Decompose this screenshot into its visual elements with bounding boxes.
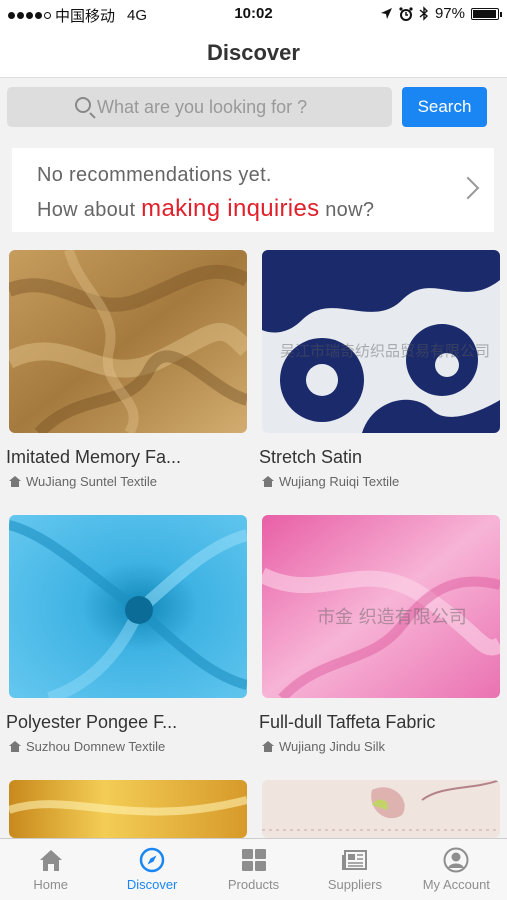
tab-label: Suppliers [327, 877, 383, 892]
compass-icon [139, 847, 165, 873]
inquiry-prompt-prefix: How about [37, 199, 142, 221]
search-input[interactable] [97, 95, 377, 119]
product-image[interactable] [262, 780, 500, 838]
product-image[interactable] [9, 780, 247, 838]
search-button[interactable]: Search [402, 87, 487, 127]
supplier-name-label: Wujiang Ruiqi Textile [279, 474, 400, 489]
tab-suppliers[interactable]: Suppliers [304, 839, 405, 900]
product-card[interactable]: Polyester Pongee F... Suzhou Domnew Text… [6, 515, 247, 754]
search-icon [75, 97, 91, 113]
image-watermark: 吴江市瑞奇纺织品贸易有限公司 [280, 342, 491, 360]
home-icon [262, 741, 274, 752]
fabric-image [9, 250, 247, 433]
tab-bar: Home Discover Products Suppliers My Acco… [0, 838, 507, 900]
product-name[interactable]: Full-dull Taffeta Fabric [259, 712, 507, 733]
tab-products[interactable]: Products [203, 839, 304, 900]
newspaper-icon [341, 850, 367, 870]
product-card[interactable]: 市金 织造有限公司 Full-dull Taffeta Fabric Wujia… [259, 515, 500, 754]
product-card[interactable] [9, 780, 247, 838]
home-icon [9, 741, 21, 752]
tab-my-account[interactable]: My Account [406, 839, 507, 900]
home-icon [262, 476, 274, 487]
product-name[interactable]: Polyester Pongee F... [6, 712, 256, 733]
product-name[interactable]: Imitated Memory Fa... [6, 447, 256, 468]
person-icon [443, 847, 469, 873]
grid-icon [241, 849, 266, 871]
supplier-name[interactable]: Suzhou Domnew Textile [9, 739, 165, 754]
bluetooth-icon [419, 6, 428, 21]
making-inquiries-link[interactable]: making inquiries [141, 195, 319, 222]
tab-label: Products [227, 877, 280, 892]
image-watermark: 市金 织造有限公司 [317, 607, 467, 628]
tab-home[interactable]: Home [0, 839, 101, 900]
home-icon [9, 476, 21, 487]
inquiry-prompt: How about making inquiries now? [37, 195, 374, 223]
chevron-right-icon [456, 176, 480, 200]
status-bar: 中国移动 4G 10:02 97% [0, 0, 507, 28]
fabric-image [9, 515, 247, 698]
navigation-bar: Discover [0, 28, 507, 78]
supplier-name[interactable]: WuJiang Suntel Textile [9, 474, 157, 489]
search-field[interactable] [7, 87, 392, 127]
tab-label: Discover [126, 877, 178, 892]
tab-discover[interactable]: Discover [101, 839, 202, 900]
fabric-image [9, 780, 247, 838]
recommendation-banner[interactable]: No recommendations yet. How about making… [12, 148, 494, 232]
product-image[interactable] [9, 515, 247, 698]
supplier-name-label: Suzhou Domnew Textile [26, 739, 166, 754]
page-title: Discover [207, 40, 300, 65]
tab-label: My Account [422, 877, 490, 892]
inquiry-prompt-suffix: now? [319, 199, 375, 221]
tab-label: Home [33, 877, 69, 892]
no-recommendations-text: No recommendations yet. [37, 164, 272, 186]
battery-percentage: 97% [434, 5, 465, 22]
supplier-name[interactable]: Wujiang Jindu Silk [262, 739, 385, 754]
product-image[interactable] [9, 250, 247, 433]
fabric-image [262, 780, 500, 838]
product-image[interactable]: 市金 织造有限公司 [262, 515, 500, 698]
supplier-name-label: WuJiang Suntel Textile [26, 474, 158, 489]
home-icon [39, 850, 62, 871]
alarm-clock-icon [399, 6, 413, 21]
battery-icon [471, 7, 502, 20]
location-arrow-icon [380, 8, 392, 19]
product-name[interactable]: Stretch Satin [259, 447, 507, 468]
product-card[interactable]: 吴江市瑞奇纺织品贸易有限公司 Stretch Satin Wujiang Rui… [259, 250, 500, 489]
product-card[interactable] [262, 780, 500, 838]
supplier-name-label: Wujiang Jindu Silk [279, 739, 385, 754]
product-card[interactable]: Imitated Memory Fa... WuJiang Suntel Tex… [6, 250, 247, 489]
search-bar: Search [0, 78, 507, 136]
supplier-name[interactable]: Wujiang Ruiqi Textile [262, 474, 399, 489]
product-image[interactable]: 吴江市瑞奇纺织品贸易有限公司 [262, 250, 500, 433]
